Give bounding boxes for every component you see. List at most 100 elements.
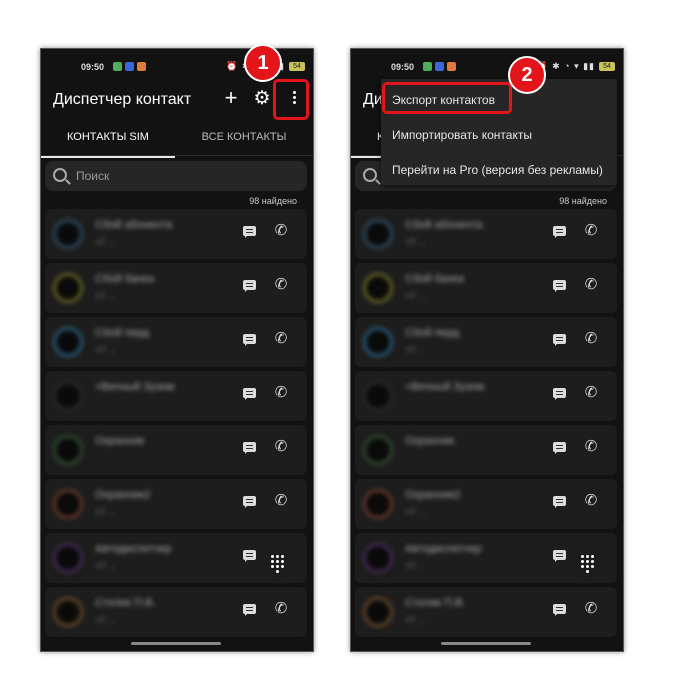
phone-icon[interactable]: ✆ [583,492,599,510]
status-time: 09:50 [391,62,415,72]
gesture-nav-bar[interactable] [131,642,221,645]
phone-icon[interactable]: ✆ [273,600,289,618]
avatar [53,327,83,357]
contact-name: Сбой абонента [405,219,483,231]
contact-name: Автодиспетчер [405,543,482,555]
phone-icon[interactable]: ✆ [273,384,289,402]
contact-name: Сбой абонента [95,219,173,231]
avatar [53,597,83,627]
contact-name: Охранник [95,435,145,447]
list-item[interactable]: Сбой банка +7 ... ✆ [45,263,307,313]
message-icon[interactable] [243,226,256,238]
message-icon[interactable] [243,550,256,562]
avatar [363,435,393,465]
avatar [53,219,83,249]
avatar [53,273,83,303]
message-icon[interactable] [243,334,256,346]
message-icon[interactable] [243,388,256,400]
message-icon[interactable] [243,442,256,454]
list-item[interactable]: Охранник ✆ [45,425,307,475]
app-notification-icon [435,62,444,71]
phone-screen-1: 09:50 ⏰ ✱ ◔ ▾ ▮▮ 54 Диспетчер контакт + … [40,48,314,652]
contact-name: Охранник2 [405,489,461,501]
contact-number: +7 ... [95,561,116,571]
avatar [363,273,393,303]
list-item[interactable]: Сбой абонента +7 ... ✆ [355,209,617,259]
list-item[interactable]: Сбой перд +7 ... ✆ [355,317,617,367]
step-badge-2: 2 [508,56,546,94]
message-icon[interactable] [553,496,566,508]
list-item[interactable]: Сбой абонента +7 ... ✆ [45,209,307,259]
contact-number: +7 ... [95,345,116,355]
phone-icon[interactable]: ✆ [273,492,289,510]
contact-name: Сбой банка [95,273,154,285]
avatar [53,489,83,519]
search-input[interactable]: Поиск [45,161,307,191]
tab-bar: КОНТАКТЫ SIM ВСЕ КОНТАКТЫ [41,124,313,158]
avatar [363,381,393,411]
contact-name: Столик П.В. [95,597,156,609]
message-icon[interactable] [553,226,566,238]
step-badge-1: 1 [244,44,282,82]
phone-icon[interactable]: ✆ [583,276,599,294]
dialpad-button[interactable] [263,549,291,577]
message-icon[interactable] [553,334,566,346]
tab-all-contacts[interactable]: ВСЕ КОНТАКТЫ [177,124,311,156]
list-item[interactable]: +Вечный Зузом ✆ [45,371,307,421]
app-notification-icon [137,62,146,71]
phone-icon[interactable]: ✆ [583,600,599,618]
list-item[interactable]: +Вечный Зузом ✆ [355,371,617,421]
phone-icon[interactable]: ✆ [273,276,289,294]
phone-icon[interactable]: ✆ [273,438,289,456]
dialpad-button[interactable] [573,549,601,577]
avatar [363,597,393,627]
status-time: 09:50 [81,62,105,72]
gesture-nav-bar[interactable] [441,642,531,645]
divider [41,155,313,156]
list-item[interactable]: Сбой перд +7 ... ✆ [45,317,307,367]
contact-name: Столик П.В. [405,597,466,609]
phone-icon[interactable]: ✆ [583,330,599,348]
list-item[interactable]: Столик П.В. +7 ... ✆ [45,587,307,637]
list-item[interactable]: Сбой банка +7 ... ✆ [355,263,617,313]
avatar [53,543,83,573]
message-icon[interactable] [553,388,566,400]
tab-sim-contacts[interactable]: КОНТАКТЫ SIM [41,124,175,158]
phone-icon[interactable]: ✆ [583,384,599,402]
message-icon[interactable] [243,604,256,616]
avatar [363,219,393,249]
phone-icon[interactable]: ✆ [273,330,289,348]
contact-number: +7 ... [405,561,426,571]
search-icon [53,168,67,182]
phone-screen-2: 09:50 ⏰ ✱ ◔ ▾ ▮▮ 54 Диспетчер контакт КО… [350,48,624,652]
status-bar: 09:50 ⏰ ✱ ◔ ▾ ▮▮ 54 [351,59,623,75]
menu-item-go-pro[interactable]: Перейти на Pro (версия без рекламы) [392,163,603,177]
contact-list: Сбой абонента +7 ... ✆ Сбой банка +7 ...… [45,209,307,641]
app-title: Диспетчер контакт [53,91,192,108]
phone-icon[interactable]: ✆ [583,438,599,456]
list-item[interactable]: Столик П.В. +7 ... ✆ [355,587,617,637]
contact-number: +7 ... [405,615,426,625]
app-notification-icon [125,62,134,71]
phone-icon[interactable]: ✆ [583,222,599,240]
message-icon[interactable] [243,280,256,292]
phone-icon[interactable]: ✆ [273,222,289,240]
avatar [53,381,83,411]
message-icon[interactable] [553,604,566,616]
list-item[interactable]: Охранник2 +7 ... ✆ [355,479,617,529]
menu-item-import-contacts[interactable]: Импортировать контакты [392,128,532,142]
contact-name: Охранник [405,435,455,447]
message-icon[interactable] [553,280,566,292]
message-icon[interactable] [243,496,256,508]
contact-name: +Вечный Зузом [95,381,175,393]
avatar [53,435,83,465]
message-icon[interactable] [553,550,566,562]
contact-name: Сбой перд [95,327,149,339]
message-icon[interactable] [553,442,566,454]
list-item[interactable]: Охранник ✆ [355,425,617,475]
add-contact-button[interactable]: + [221,87,241,109]
list-item[interactable]: Охранник2 +7 ... ✆ [45,479,307,529]
gear-icon[interactable]: ⚙ [252,89,272,109]
battery-icon: 54 [599,62,615,71]
highlight-more-options [273,79,309,120]
